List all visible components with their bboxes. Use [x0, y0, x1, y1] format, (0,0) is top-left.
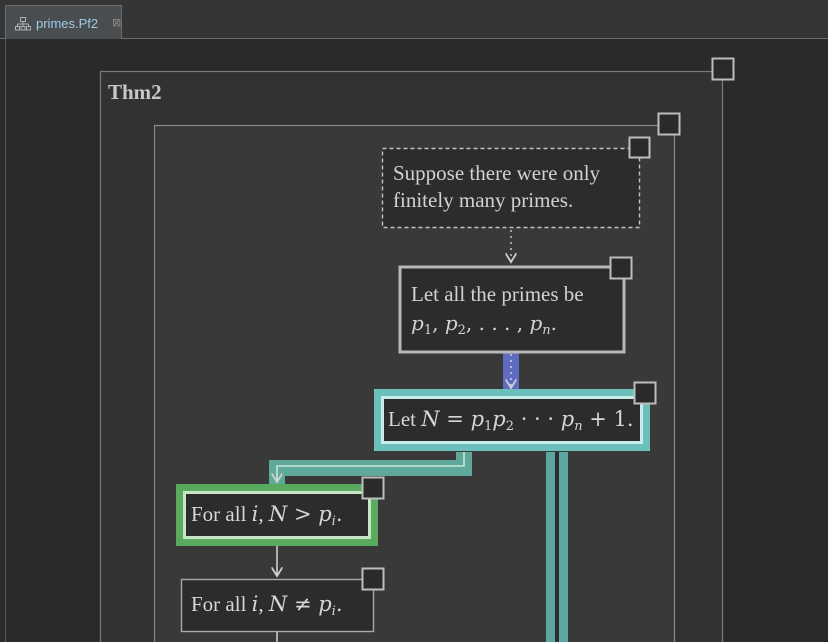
node-suppose[interactable]: Suppose there were only finitely many pr… [381, 136, 651, 229]
node-forall-ne-handle[interactable] [361, 567, 385, 591]
editor-tab-bar: primes.Pf2 ⊠ [0, 0, 828, 39]
tree-structure-icon [15, 17, 31, 31]
proof-handle[interactable] [657, 112, 681, 136]
theorem-title: Thm2 [108, 80, 162, 104]
proof-diagram: Thm2 Suppose there were only finitely ma… [99, 57, 735, 642]
node-letprimes-handle[interactable] [609, 256, 633, 280]
node-forall-gt[interactable]: For all i, N > pi. [176, 476, 385, 547]
node-suppose-line1: Suppose there were only [393, 161, 601, 185]
node-letN-handle[interactable] [633, 381, 657, 405]
node-suppose-line2: finitely many primes. [393, 188, 573, 212]
node-forall-ne-text: For all i, N ≠ pi. [191, 592, 343, 619]
node-forall-gt-handle[interactable] [361, 476, 385, 500]
proof-canvas[interactable]: Thm2 Suppose there were only finitely ma… [5, 39, 828, 642]
theorem-handle[interactable] [711, 57, 735, 81]
node-letprimes-line1: Let all the primes be [411, 282, 584, 306]
node-letprimes-seq: p1, p2, . . . , pn. [411, 311, 557, 338]
node-suppose-handle[interactable] [628, 136, 651, 159]
node-letprimes[interactable]: Let all the primes be p1, p2, . . . , pn… [398, 256, 633, 354]
node-forall-gt-text: For all i, N > pi. [191, 502, 343, 529]
tab-label: primes.Pf2 [36, 16, 99, 31]
node-letN[interactable]: Let N = p1p2 · · · pn + 1. [374, 381, 657, 452]
tab-primes-pf2[interactable]: primes.Pf2 ⊠ [5, 5, 122, 39]
close-icon[interactable]: ⊠ [112, 16, 121, 29]
